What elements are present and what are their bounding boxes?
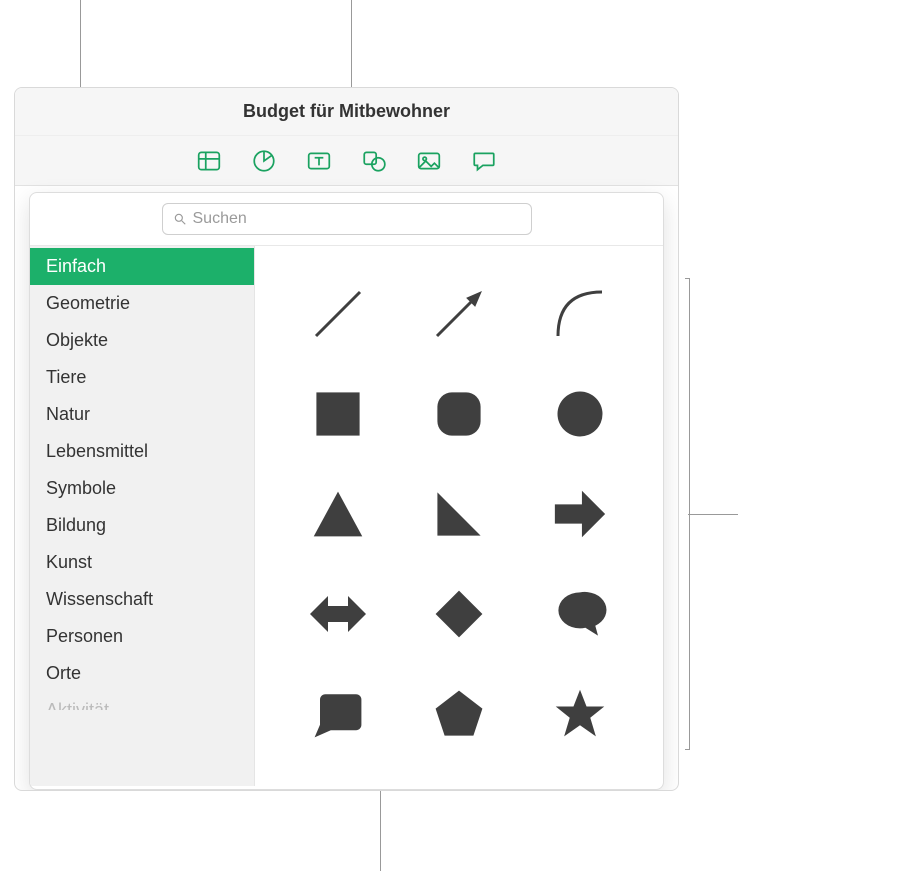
right-triangle-icon <box>432 487 486 541</box>
shape-callout-rect[interactable] <box>308 684 368 744</box>
popover-body: Einfach Geometrie Objekte Tiere Natur Le… <box>30 246 663 786</box>
sidebar-item-wissenschaft[interactable]: Wissenschaft <box>30 581 254 618</box>
shape-square[interactable] <box>308 384 368 444</box>
comment-icon <box>471 148 497 174</box>
pentagon-icon <box>432 687 486 741</box>
shapes-grid <box>255 246 663 786</box>
sidebar-item-geometrie[interactable]: Geometrie <box>30 285 254 322</box>
sidebar-item-bildung[interactable]: Bildung <box>30 507 254 544</box>
shape-diamond[interactable] <box>429 584 489 644</box>
chart-icon <box>251 148 277 174</box>
triangle-icon <box>310 486 366 542</box>
media-button[interactable] <box>415 147 443 175</box>
shape-right-triangle[interactable] <box>429 484 489 544</box>
sidebar-item-label: Wissenschaft <box>46 589 153 609</box>
table-button[interactable] <box>195 147 223 175</box>
line-icon <box>308 284 368 344</box>
shape-rounded-square[interactable] <box>429 384 489 444</box>
sidebar-item-label: Kunst <box>46 552 92 572</box>
sidebar-item-kunst[interactable]: Kunst <box>30 544 254 581</box>
sidebar-item-tiere[interactable]: Tiere <box>30 359 254 396</box>
sidebar-item-label: Geometrie <box>46 293 130 313</box>
shape-pentagon[interactable] <box>429 684 489 744</box>
sidebar-item-label: Natur <box>46 404 90 424</box>
comment-button[interactable] <box>470 147 498 175</box>
sidebar-item-einfach[interactable]: Einfach <box>30 248 254 285</box>
star-icon <box>552 686 608 742</box>
textbox-button[interactable] <box>305 147 333 175</box>
callout-line-shapes-right <box>688 514 738 515</box>
shape-triangle[interactable] <box>308 484 368 544</box>
sidebar-item-objekte[interactable]: Objekte <box>30 322 254 359</box>
window-title: Budget für Mitbewohner <box>15 88 678 136</box>
category-sidebar: Einfach Geometrie Objekte Tiere Natur Le… <box>30 246 255 786</box>
sidebar-item-personen[interactable]: Personen <box>30 618 254 655</box>
shape-icon <box>361 148 387 174</box>
app-window: Budget für Mitbewohner <box>14 87 679 791</box>
toolbar <box>15 136 678 186</box>
shape-line[interactable] <box>308 284 368 344</box>
sidebar-item-label: Aktivität <box>46 700 109 710</box>
search-icon <box>173 212 187 226</box>
curve-icon <box>550 284 610 344</box>
table-icon <box>196 148 222 174</box>
callout-rect-icon <box>311 687 365 741</box>
sidebar-item-label: Einfach <box>46 256 106 276</box>
sidebar-item-label: Symbole <box>46 478 116 498</box>
circle-icon <box>553 387 607 441</box>
shape-star[interactable] <box>550 684 610 744</box>
shapes-popover: Einfach Geometrie Objekte Tiere Natur Le… <box>29 192 664 790</box>
arrow-leftright-icon <box>308 584 368 644</box>
square-icon <box>311 387 365 441</box>
sidebar-item-label: Objekte <box>46 330 108 350</box>
shape-arrow-leftright[interactable] <box>308 584 368 644</box>
sidebar-item-label: Tiere <box>46 367 86 387</box>
rounded-square-icon <box>432 387 486 441</box>
textbox-icon <box>306 148 332 174</box>
sidebar-item-lebensmittel[interactable]: Lebensmittel <box>30 433 254 470</box>
speech-bubble-icon <box>553 587 607 641</box>
arrow-line-icon <box>429 284 489 344</box>
sidebar-item-label: Orte <box>46 663 81 683</box>
window-title-text: Budget für Mitbewohner <box>243 101 450 122</box>
arrow-right-icon <box>551 485 609 543</box>
shape-curve[interactable] <box>550 284 610 344</box>
media-icon <box>416 148 442 174</box>
chart-button[interactable] <box>250 147 278 175</box>
sidebar-item-orte[interactable]: Orte <box>30 655 254 692</box>
sidebar-item-aktivitaet[interactable]: Aktivität <box>30 692 254 710</box>
sidebar-item-label: Bildung <box>46 515 106 535</box>
sidebar-item-label: Lebensmittel <box>46 441 148 461</box>
search-field[interactable] <box>162 203 532 235</box>
sidebar-item-natur[interactable]: Natur <box>30 396 254 433</box>
sidebar-item-symbole[interactable]: Symbole <box>30 470 254 507</box>
shape-speech-bubble[interactable] <box>550 584 610 644</box>
diamond-icon <box>432 587 486 641</box>
shape-arrow-line[interactable] <box>429 284 489 344</box>
shape-button[interactable] <box>360 147 388 175</box>
sidebar-item-label: Personen <box>46 626 123 646</box>
search-row <box>30 193 663 246</box>
shape-circle[interactable] <box>550 384 610 444</box>
search-input[interactable] <box>193 210 521 228</box>
shape-arrow-right[interactable] <box>550 484 610 544</box>
